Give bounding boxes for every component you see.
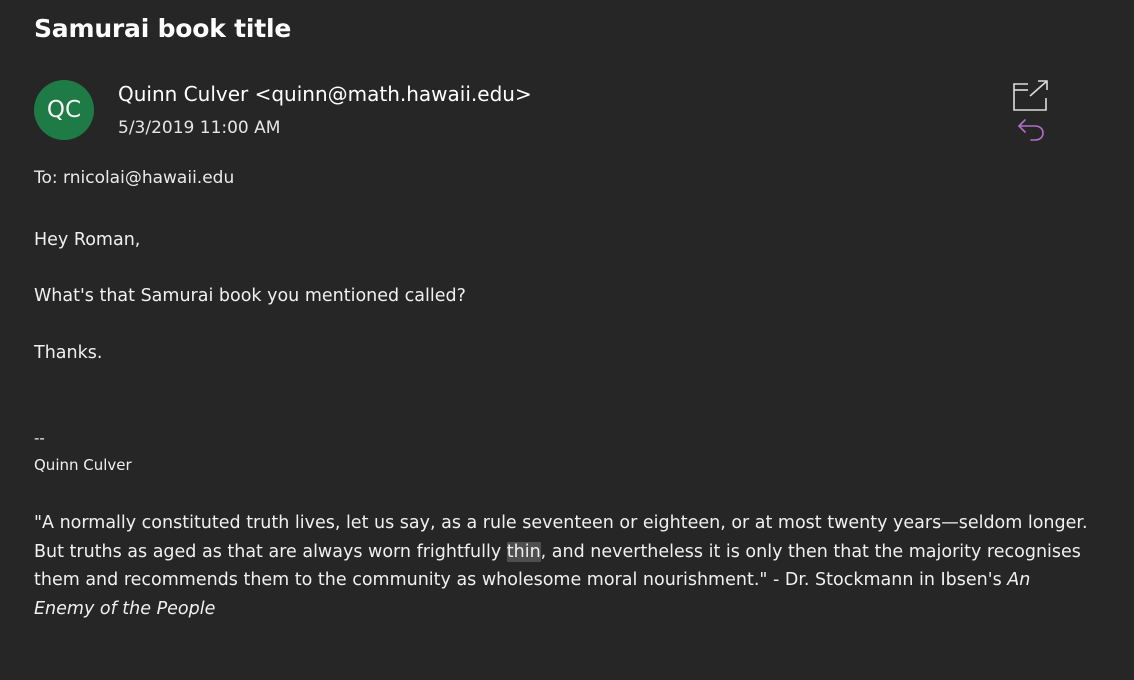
signature-quote: "A normally constituted truth lives, let… [34,509,1094,623]
open-in-new-window-icon[interactable] [1012,80,1050,112]
sender-avatar: QC [34,80,94,140]
sent-date: 5/3/2019 11:00 AM [118,118,281,138]
question-text: What's that Samurai book you mentioned c… [34,286,466,306]
signature-separator: -- [34,429,45,447]
signature-name: Quinn Culver [34,456,132,474]
sender-name[interactable]: Quinn Culver <quinn@math.hawaii.edu> [118,82,532,106]
thanks-text: Thanks. [34,343,103,363]
reply-icon[interactable] [1016,117,1046,143]
highlighted-word: thin [506,541,541,562]
greeting-text: Hey Roman, [34,230,141,250]
avatar-initials: QC [46,97,82,123]
recipient-line: To: rnicolai@hawaii.edu [34,168,235,188]
email-subject: Samurai book title [34,14,292,43]
